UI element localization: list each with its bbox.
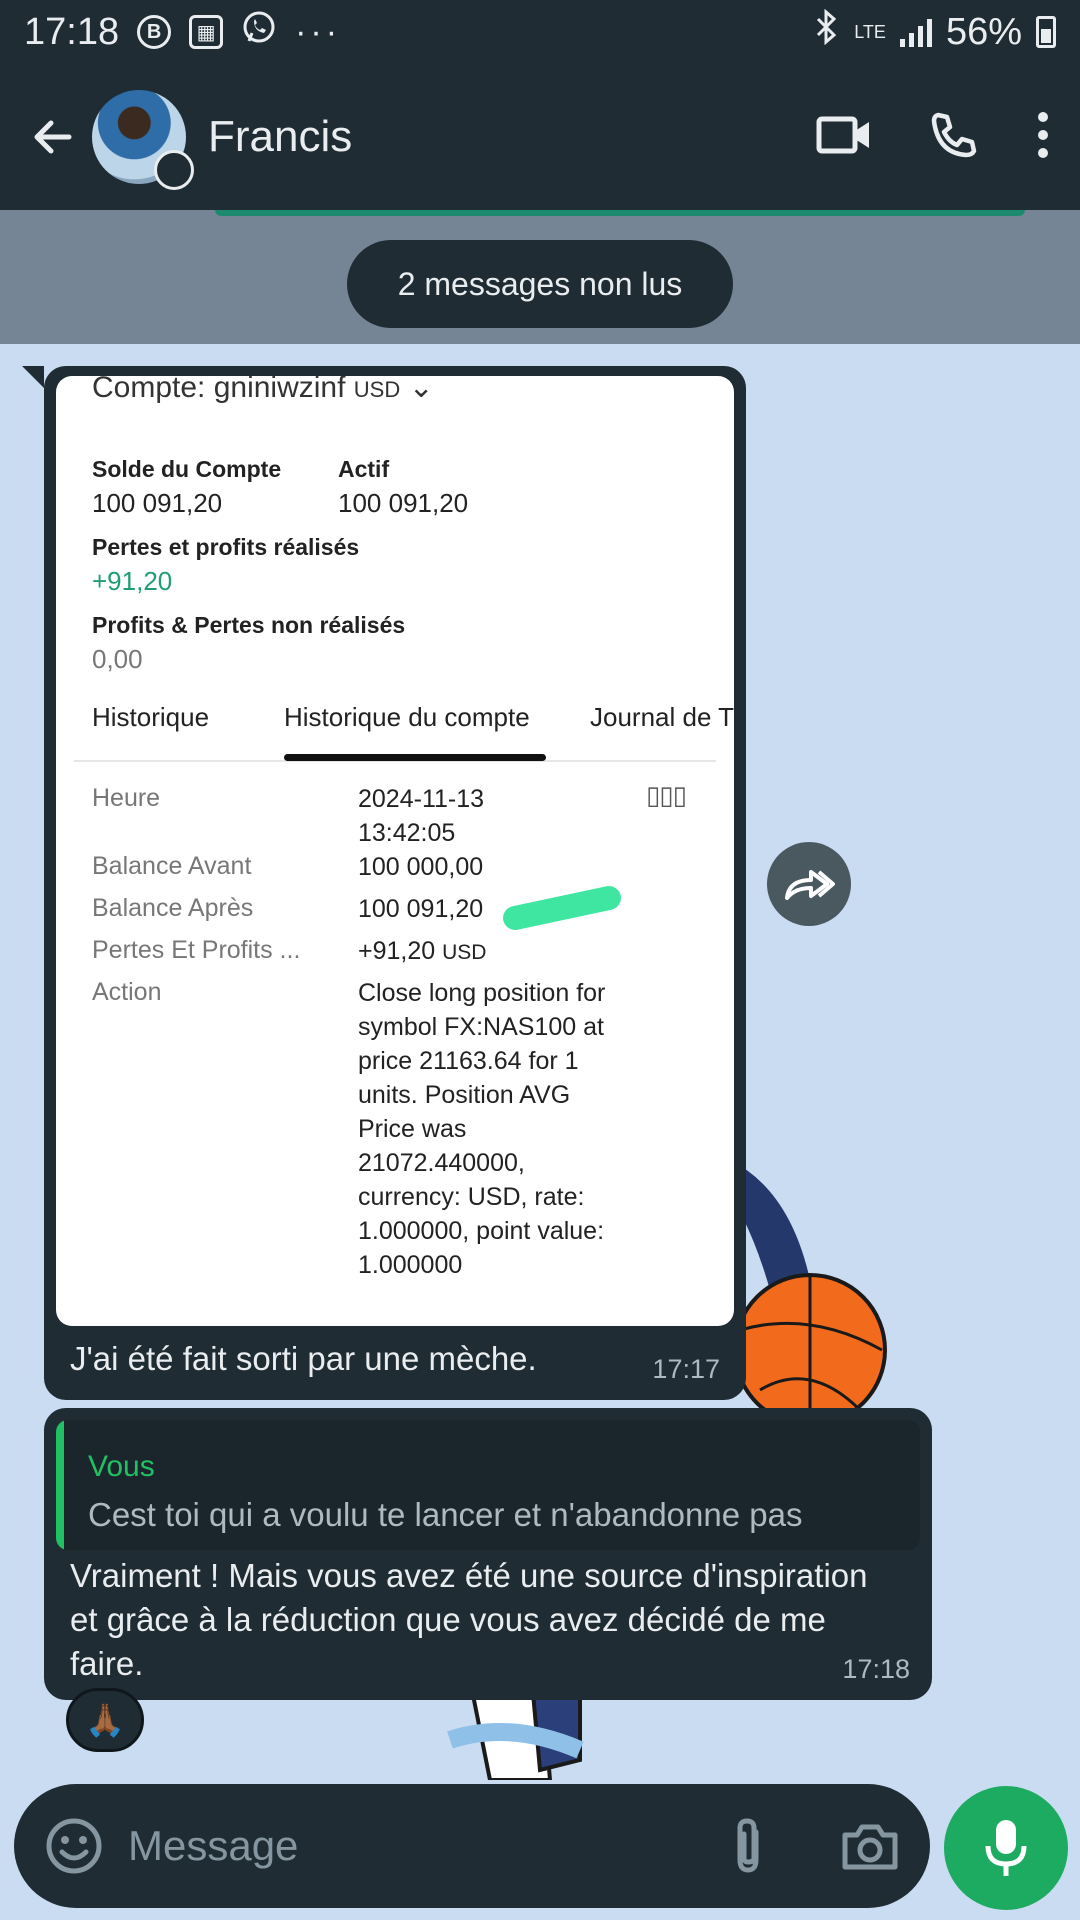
quoted-text: Cest toi qui a voulu te lancer et n'aban… xyxy=(88,1496,803,1533)
row-label-balance-before: Balance Avant xyxy=(92,852,252,880)
more-options-icon[interactable] xyxy=(1036,111,1050,164)
more-notifications-icon: ··· xyxy=(295,12,342,51)
realized-pnl-value: +91,20 xyxy=(92,566,173,596)
tab-journal: Journal de T xyxy=(590,702,734,732)
row-value-time: 2024-11-13 13:42:05 xyxy=(358,785,485,847)
balance-value: 100 091,20 xyxy=(92,488,223,518)
forward-icon xyxy=(785,870,835,900)
quoted-message[interactable]: Vous Cest toi qui a voulu te lancer et n… xyxy=(56,1420,920,1550)
bluetooth-icon xyxy=(812,8,840,55)
whatsapp-icon xyxy=(241,9,277,55)
message-text: Vraiment ! Mais vous avez été une source… xyxy=(70,1557,868,1682)
unread-messages-badge: 2 messages non lus xyxy=(347,240,733,328)
realized-pnl-label: Pertes et profits réalisés xyxy=(92,534,360,560)
emoji-icon[interactable] xyxy=(42,1814,106,1878)
microphone-icon xyxy=(985,1820,1027,1876)
chat-header: Francis xyxy=(0,64,1080,210)
message-time: 17:18 xyxy=(842,1654,910,1684)
unrealized-pnl-value: 0,00 xyxy=(92,644,143,674)
video-call-icon[interactable] xyxy=(816,113,872,162)
camera-icon[interactable] xyxy=(838,1814,902,1878)
message-input[interactable] xyxy=(128,1822,716,1870)
quoted-author: Vous xyxy=(88,1450,155,1483)
active-tab-indicator xyxy=(284,754,546,761)
message-time: 17:17 xyxy=(652,1354,720,1384)
voice-call-icon[interactable] xyxy=(928,109,980,166)
unrealized-pnl-label: Profits & Pertes non réalisés xyxy=(92,612,406,638)
signal-icon xyxy=(899,17,932,47)
attach-icon[interactable] xyxy=(716,1814,780,1878)
row-value-pnl: +91,20 USD xyxy=(358,937,487,965)
incoming-reply-message[interactable]: Vous Cest toi qui a voulu te lancer et n… xyxy=(44,1408,932,1700)
message-composer xyxy=(14,1784,930,1908)
contact-name[interactable]: Francis xyxy=(208,112,352,162)
balance-label: Solde du Compte xyxy=(92,456,282,482)
history-tabs: Historique Historique du compte Journal … xyxy=(74,692,734,762)
contact-avatar[interactable] xyxy=(92,90,194,190)
trading-account-screenshot[interactable]: Compte: gniniwzinf USD ⌄ Solde du Compte… xyxy=(56,376,734,1326)
row-label-pnl: Pertes Et Profits ... xyxy=(92,936,301,964)
equity-label: Actif xyxy=(338,456,390,482)
row-value-action: Close long position for symbol FX:NAS100… xyxy=(358,979,606,1279)
highlighter-mark xyxy=(500,883,624,933)
chevron-down-icon: ⌄ xyxy=(408,376,434,404)
row-label-balance-after: Balance Après xyxy=(92,894,254,922)
row-value-balance-after: 100 091,20 xyxy=(358,895,484,923)
notification-app-icon: ▦ xyxy=(189,15,224,49)
voice-record-button[interactable] xyxy=(944,1786,1068,1910)
message-reaction[interactable]: 🙏🏾 xyxy=(66,1688,144,1752)
row-label-time: Heure xyxy=(92,784,161,812)
battery-percent: 56% xyxy=(945,10,1022,53)
equity-value: 100 091,20 xyxy=(338,488,469,518)
columns-icon: ▯▯▯ xyxy=(646,780,687,810)
tab-account-history: Historique du compte xyxy=(284,702,530,732)
forward-button[interactable] xyxy=(767,842,851,926)
account-name: Compte: gniniwzinf USD ⌄ xyxy=(92,376,434,405)
b-app-icon: B xyxy=(137,15,172,49)
back-button[interactable] xyxy=(18,102,88,172)
incoming-image-message[interactable]: Compte: gniniwzinf USD ⌄ Solde du Compte… xyxy=(22,366,746,1400)
disappearing-timer-icon xyxy=(154,150,194,190)
row-value-balance-before: 100 000,00 xyxy=(358,853,484,881)
tab-history: Historique xyxy=(92,702,210,732)
status-time: 17:18 xyxy=(24,10,120,53)
message-caption: J'ai été fait sorti par une mèche. xyxy=(70,1340,537,1377)
battery-icon xyxy=(1036,16,1056,48)
row-label-action: Action xyxy=(92,978,162,1006)
status-bar: 17:18 B ▦ ··· LTE 56% xyxy=(0,0,1080,64)
network-type: LTE xyxy=(854,22,886,42)
